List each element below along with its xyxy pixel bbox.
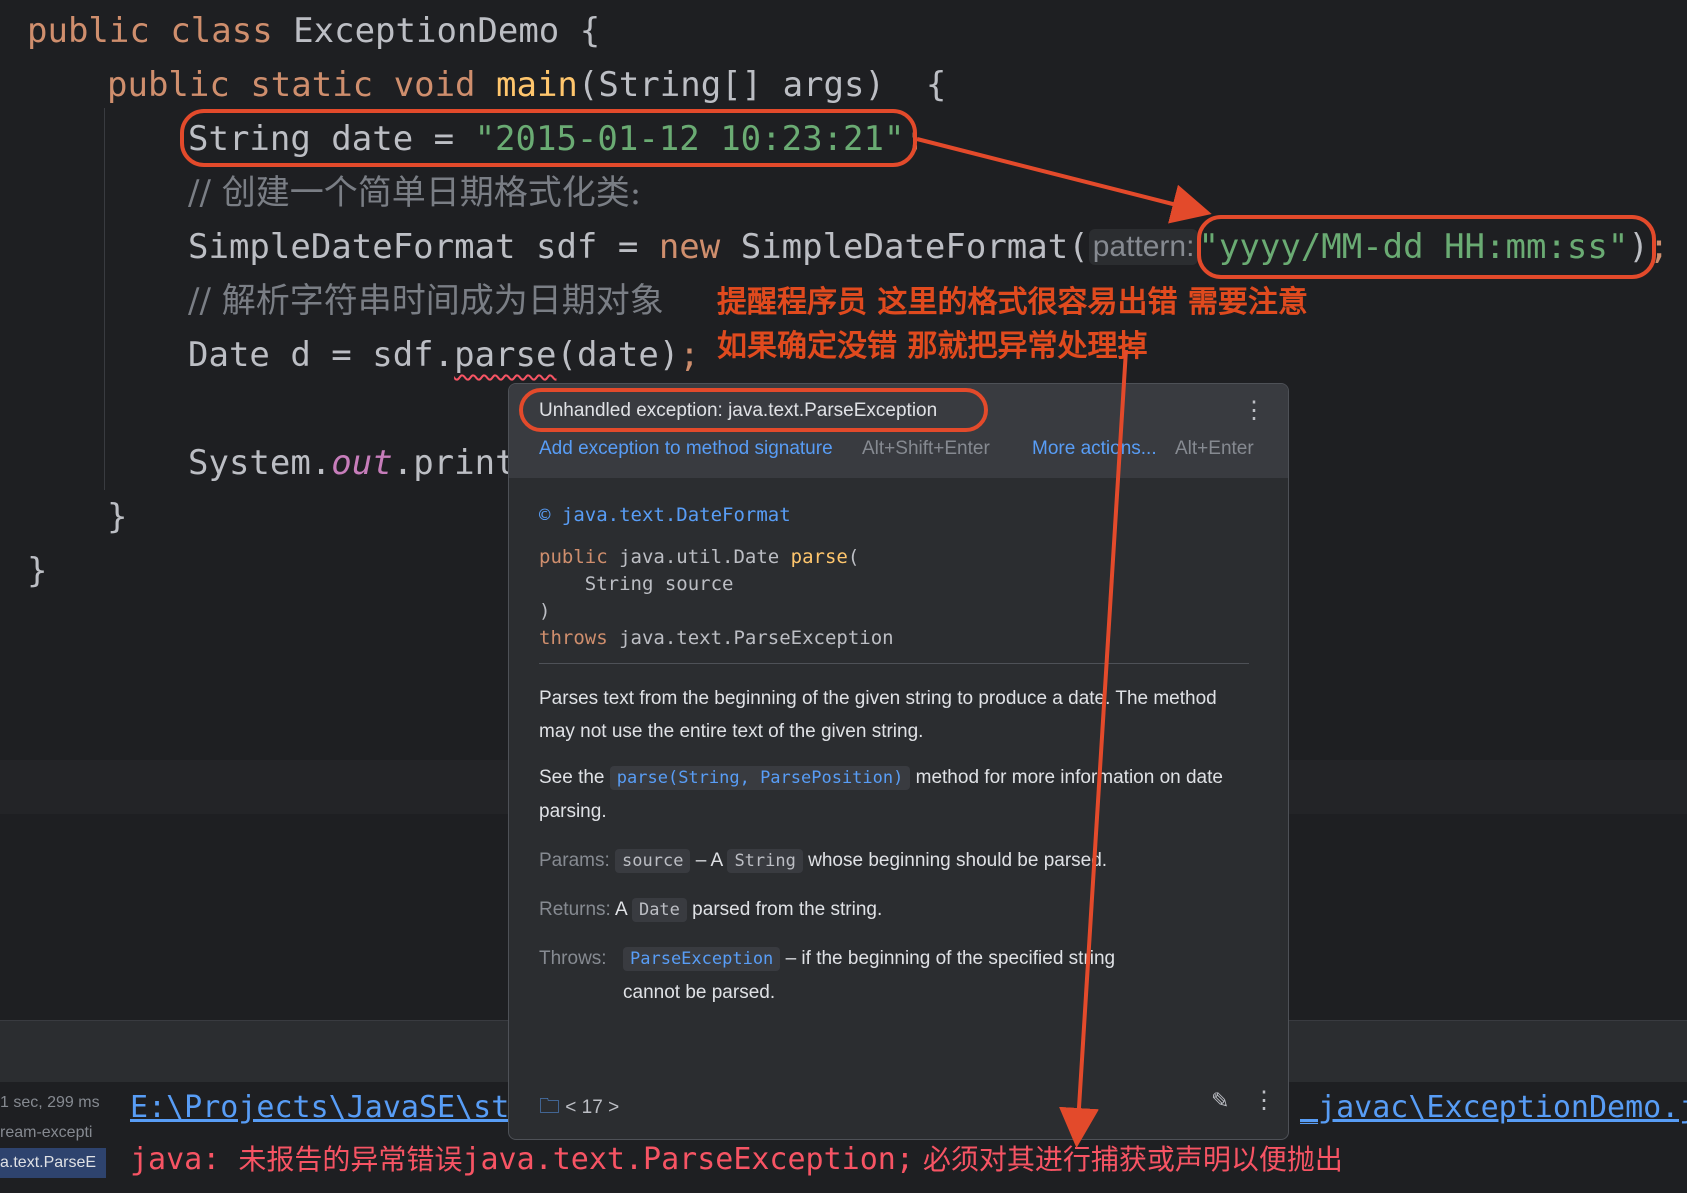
constructor-call: SimpleDateFormat( — [720, 227, 1089, 267]
static-field: out — [331, 443, 393, 483]
shortcut-label: Alt+Shift+Enter — [862, 438, 990, 459]
annotation-circle-popup-title — [519, 388, 988, 432]
doc-text: whose beginning should be parsed. — [802, 850, 1108, 871]
brace: { — [579, 11, 601, 51]
file-path-link[interactable]: E:\Projects\JavaSE\strea — [130, 1090, 563, 1125]
keyword: throws — [539, 627, 608, 649]
method-name: parse — [790, 546, 848, 568]
exception-link[interactable]: ParseException — [623, 947, 781, 971]
returns-label: Returns: — [539, 899, 611, 920]
params-label: Params: — [539, 850, 610, 871]
brace: } — [107, 497, 128, 537]
doc-text: A — [610, 899, 632, 920]
code-line-6[interactable]: // 解析字符串时间成为日期对象 — [188, 281, 664, 321]
code-line-1[interactable]: public class ExceptionDemo { — [27, 11, 600, 51]
code-line-11[interactable]: } — [27, 551, 47, 591]
parameters: (String[] args) — [577, 65, 885, 105]
throws-body: ParseException – if the beginning of the… — [623, 942, 1249, 1009]
class-name: ExceptionDemo — [293, 11, 560, 51]
quick-documentation-popup[interactable]: Unhandled exception: java.text.ParseExce… — [508, 383, 1289, 1140]
doc-returns: Returns: A Date parsed from the string. — [539, 893, 1249, 927]
keyword: static — [250, 65, 374, 105]
error-text: 必须对其进行捕获或声明以便抛出 — [913, 1143, 1343, 1176]
add-exception-action[interactable]: Add exception to method signature — [539, 438, 833, 460]
more-options-icon[interactable]: ⋮ — [1252, 1086, 1276, 1115]
semicolon: ; — [679, 335, 700, 375]
doc-description: Parses text from the beginning of the gi… — [539, 688, 1217, 742]
annotation-circle-pattern — [1197, 215, 1656, 279]
error-prefix: java: — [130, 1142, 239, 1177]
keyword: class — [170, 11, 273, 51]
indent-guide — [104, 108, 105, 490]
exception-type: java.text.ParseException — [607, 627, 894, 649]
statement: System. — [188, 443, 332, 483]
brace: { — [925, 65, 947, 105]
divider — [539, 663, 1249, 664]
keyword: void — [393, 65, 476, 105]
keyword: public — [539, 546, 608, 568]
keyword: new — [658, 227, 721, 267]
signature-param: String source — [539, 573, 734, 595]
return-type: Date — [631, 898, 687, 922]
declaration: SimpleDateFormat sdf = — [188, 227, 659, 267]
param-name: source — [615, 849, 691, 873]
see-link[interactable]: parse(String, ParsePosition) — [609, 766, 911, 790]
doc-throws: Throws: ParseException – if the beginning… — [539, 942, 1249, 1009]
statement: .print — [392, 443, 516, 483]
edit-icon[interactable]: ✎ — [1211, 1088, 1229, 1114]
doc-text: parsed from the string. — [686, 899, 883, 920]
method-name: main — [496, 65, 578, 105]
error-text: 未报告的异常错误 — [238, 1143, 463, 1176]
file-path-link-end[interactable]: _javac\ExceptionDemo.java — [1300, 1090, 1687, 1125]
comment: // 创建一个简单日期格式化类: — [188, 173, 642, 213]
popup-footer: 🗀 < 17 > — [539, 1092, 619, 1127]
shortcut-label: Alt+Enter — [1175, 438, 1254, 459]
parameter-hint: pattern: — [1088, 229, 1199, 265]
code-line-7[interactable]: Date d = sdf.parse(date); — [188, 335, 700, 375]
more-actions-link[interactable]: More actions... — [1032, 438, 1157, 460]
keyword: public — [27, 11, 150, 51]
class-reference[interactable]: © java.text.DateFormat — [539, 504, 791, 526]
param-type: String — [727, 849, 803, 873]
doc-text: See the — [539, 767, 610, 788]
code-line-4[interactable]: // 创建一个简单日期格式化类: — [188, 173, 641, 213]
doc-text: – A — [690, 850, 728, 871]
library-icon: 🗀 — [539, 1095, 560, 1118]
class-icon: © — [539, 504, 551, 526]
build-tree-item[interactable]: ream-excepti — [0, 1118, 106, 1148]
code-line-2[interactable]: public static void main(String[] args) { — [107, 65, 946, 105]
doc-params: Params: source – A String whose beginnin… — [539, 844, 1249, 878]
signature-throws: throws java.text.ParseException — [539, 627, 894, 649]
error-exception: java.text.ParseException; — [462, 1142, 914, 1177]
error-method-call[interactable]: parse — [454, 335, 556, 375]
class-name-link[interactable]: java.text.DateFormat — [562, 504, 791, 526]
throws-label: Throws: — [539, 948, 607, 969]
method-signature: public java.util.Date parse( — [539, 546, 859, 568]
more-options-icon[interactable]: ⋮ — [1242, 396, 1266, 425]
arguments: (date) — [556, 335, 680, 375]
annotation-circle-date — [180, 109, 917, 167]
build-time: 1 sec, 299 ms — [0, 1094, 100, 1111]
annotation-note-line1: 提醒程序员 这里的格式很容易出错 需要注意 — [717, 285, 1308, 320]
return-type: java.util.Date — [607, 546, 791, 568]
statement: Date d = sdf. — [188, 335, 455, 375]
paren: ( — [847, 546, 860, 568]
annotation-note-line2: 如果确定没错 那就把异常处理掉 — [717, 329, 1148, 364]
code-line-9[interactable]: System.out.print — [188, 443, 516, 483]
signature-close: ) — [539, 600, 551, 622]
code-line-10[interactable]: } — [107, 497, 127, 537]
brace: } — [27, 551, 48, 591]
keyword: public — [107, 65, 230, 105]
page-navigator[interactable]: < 17 > — [565, 1097, 619, 1118]
comment: // 解析字符串时间成为日期对象 — [188, 281, 664, 321]
build-tree-item-selected[interactable]: a.text.ParseE — [0, 1148, 106, 1178]
compile-error-message[interactable]: java: 未报告的异常错误java.text.ParseException; … — [130, 1138, 1343, 1178]
doc-see-also: See the parse(String, ParsePosition) met… — [539, 761, 1249, 828]
